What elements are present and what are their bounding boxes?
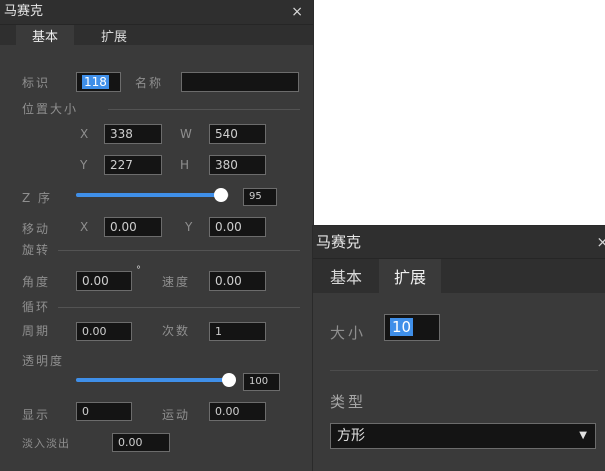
section-divider — [58, 250, 300, 251]
tab-basic[interactable]: 基本 — [16, 25, 74, 45]
close-icon[interactable]: × — [596, 226, 605, 258]
chevron-down-icon[interactable]: ▼ — [579, 424, 587, 448]
slider-fill — [76, 193, 222, 197]
w-input[interactable]: 540 — [209, 124, 266, 144]
count-label: 次数 — [162, 324, 191, 338]
close-icon[interactable]: × — [291, 0, 303, 24]
zorder-input[interactable]: 95 — [243, 188, 277, 206]
fade-label: 淡入淡出 — [22, 437, 70, 450]
slider-knob[interactable] — [214, 188, 229, 202]
type-selected-value: 方形 — [337, 428, 365, 444]
section-divider — [58, 307, 300, 308]
section-divider — [330, 370, 598, 371]
size-label: 大小 — [330, 324, 367, 342]
size-value: 10 — [390, 318, 414, 336]
section-divider — [108, 109, 300, 110]
period-input[interactable]: 0.00 — [76, 322, 132, 341]
x-label: X — [80, 127, 91, 141]
speed-label: 速度 — [162, 275, 191, 289]
zorder-slider[interactable] — [76, 188, 229, 202]
id-value: 118 — [82, 75, 109, 89]
motion-label: 运动 — [162, 408, 191, 422]
opacity-label: 透明度 — [22, 354, 65, 368]
id-label: 标识 — [22, 76, 51, 90]
tab-extended[interactable]: 扩展 — [379, 259, 441, 293]
slider-knob[interactable] — [222, 373, 236, 387]
move-y-label: Y — [185, 220, 195, 234]
panel-titlebar[interactable]: 马赛克 × — [0, 0, 313, 25]
x-input[interactable]: 338 — [104, 124, 162, 144]
opacity-slider[interactable] — [76, 373, 236, 387]
tab-basic[interactable]: 基本 — [313, 259, 379, 293]
opacity-input[interactable]: 100 — [243, 373, 280, 391]
tab-bar: 基本 扩展 — [0, 25, 313, 45]
h-input[interactable]: 380 — [209, 155, 266, 175]
name-label: 名称 — [135, 76, 164, 90]
move-x-input[interactable]: 0.00 — [104, 217, 162, 237]
mosaic-panel-extended: 马赛克 × 基本 扩展 大小 10 类型 方形 ▼ — [313, 226, 605, 471]
angle-input[interactable]: 0.00 — [76, 271, 132, 291]
motion-input[interactable]: 0.00 — [209, 402, 266, 421]
angle-label: 角度 — [22, 275, 51, 289]
zorder-label: Z 序 — [22, 191, 53, 205]
period-label: 周期 — [22, 324, 51, 338]
y-input[interactable]: 227 — [104, 155, 162, 175]
type-select[interactable]: 方形 ▼ — [330, 423, 596, 449]
panel-titlebar[interactable]: 马赛克 × — [313, 226, 605, 259]
fade-input[interactable]: 0.00 — [112, 433, 170, 452]
type-label: 类型 — [330, 393, 367, 411]
size-input[interactable]: 10 — [384, 314, 440, 341]
display-label: 显示 — [22, 408, 51, 422]
rotate-label: 旋转 — [22, 243, 51, 257]
move-label: 移动 — [22, 222, 51, 236]
move-x-label: X — [80, 220, 91, 234]
slider-fill — [76, 378, 229, 382]
id-input[interactable]: 118 — [76, 72, 121, 92]
loop-label: 循环 — [22, 300, 51, 314]
name-input[interactable] — [181, 72, 299, 92]
degree-symbol: ° — [136, 265, 141, 276]
panel-title: 马赛克 — [4, 4, 44, 19]
panel-title: 马赛克 — [316, 233, 362, 251]
tab-extended[interactable]: 扩展 — [88, 25, 140, 45]
count-input[interactable]: 1 — [209, 322, 266, 341]
tab-bar: 基本 扩展 — [313, 259, 605, 293]
h-label: H — [180, 158, 192, 172]
speed-input[interactable]: 0.00 — [209, 271, 266, 291]
move-y-input[interactable]: 0.00 — [209, 217, 266, 237]
mosaic-panel-basic: 马赛克 × 基本 扩展 标识 118 名称 位置大小 X 338 W 540 Y… — [0, 0, 313, 471]
w-label: W — [180, 127, 194, 141]
y-label: Y — [80, 158, 90, 172]
display-input[interactable]: 0 — [76, 402, 132, 421]
position-size-label: 位置大小 — [22, 102, 79, 116]
